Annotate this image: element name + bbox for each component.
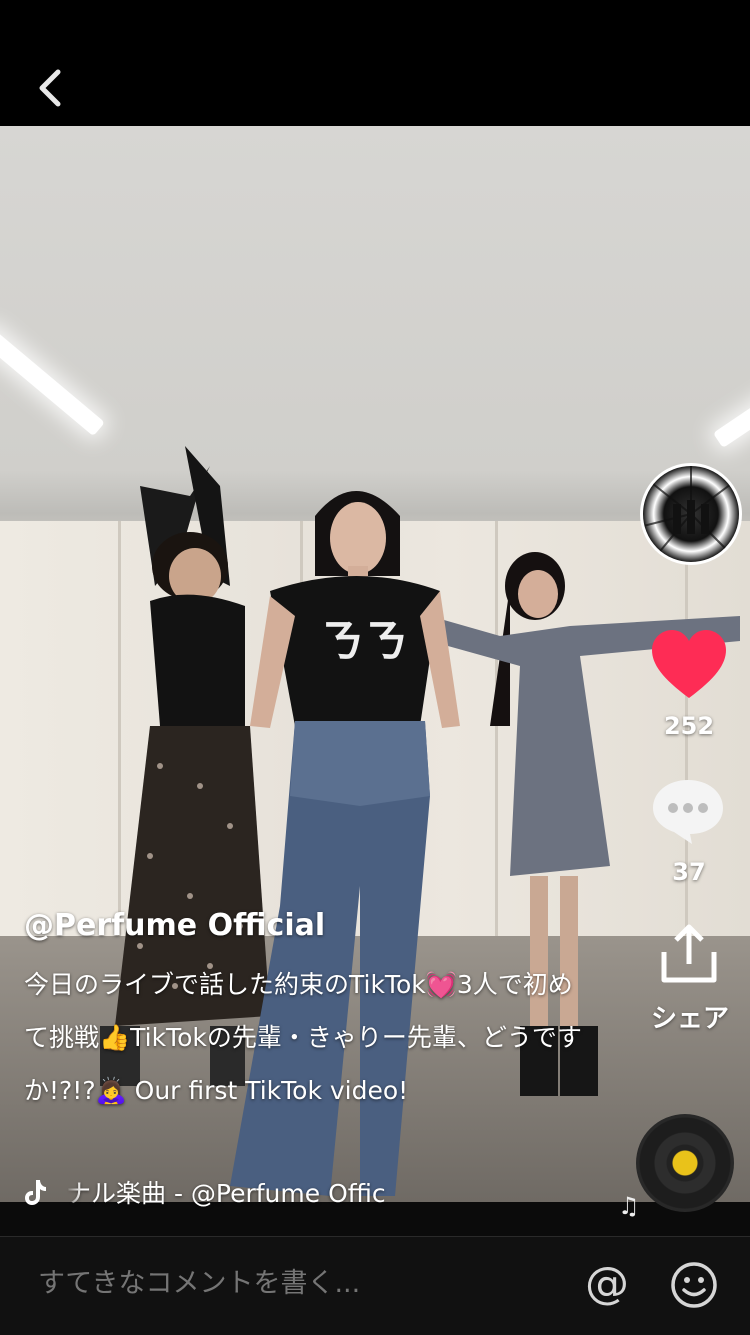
video-caption: 今日のライブで話した約束のTikTok💓3人で初めて挑戦👍TikTokの先輩・き…: [24, 970, 582, 1105]
avatar-image: [643, 466, 739, 562]
share-icon[interactable]: [658, 922, 720, 986]
at-icon[interactable]: @: [582, 1259, 632, 1309]
comment-count: 37: [672, 858, 706, 886]
music-info[interactable]: ナル楽曲 - @Perfume Offic: [24, 1174, 456, 1210]
emoji-icon[interactable]: [670, 1261, 718, 1309]
music-track-title: ナル楽曲 - @Perfume Offic: [66, 1179, 386, 1208]
top-bar: [0, 0, 750, 126]
username[interactable]: @Perfume Official: [24, 908, 325, 943]
heart-icon[interactable]: [652, 630, 726, 700]
comment-input[interactable]: [36, 1267, 560, 1300]
music-note-icon: ♫: [618, 1192, 640, 1220]
like-count: 252: [663, 712, 715, 740]
comment-bar: @: [0, 1236, 750, 1335]
comment-icon[interactable]: [652, 778, 724, 846]
share-label: シェア: [650, 1004, 729, 1034]
music-disc-icon[interactable]: [636, 1114, 734, 1212]
tiktok-note-icon: [25, 1180, 46, 1205]
back-icon[interactable]: [30, 64, 74, 112]
ceiling-light: [712, 393, 750, 449]
svg-text:ㄋㄋ: ㄋㄋ: [320, 616, 408, 667]
ceiling-light: [0, 326, 105, 437]
creator-avatar[interactable]: [640, 463, 742, 565]
